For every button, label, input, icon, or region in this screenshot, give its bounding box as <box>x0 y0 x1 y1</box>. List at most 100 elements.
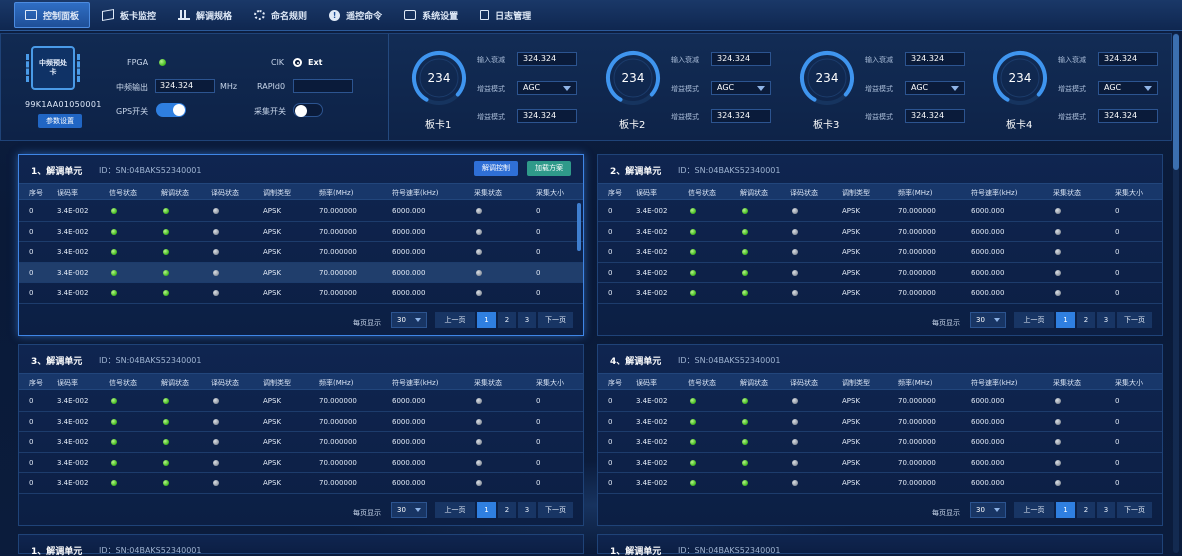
chevron-down-icon <box>415 508 421 512</box>
gain-mode-select[interactable]: AGC <box>1098 81 1158 95</box>
status-led <box>213 398 219 404</box>
page-button[interactable]: 2 <box>1077 502 1095 518</box>
table-row[interactable]: 0 3.4E-002 APSK 70.000000 6000.000 0 <box>19 262 583 283</box>
gain-value-field[interactable]: 324.324 <box>517 109 577 123</box>
per-page-select[interactable]: 30 <box>391 312 427 328</box>
clk-radio[interactable] <box>293 58 302 67</box>
table-row[interactable]: 0 3.4E-002 APSK 70.000000 6000.000 0 <box>598 283 1162 304</box>
table-row[interactable]: 0 3.4E-002 APSK 70.000000 6000.000 0 <box>598 412 1162 432</box>
table-row[interactable]: 0 3.4E-002 APSK 70.000000 6000.000 0 <box>19 473 583 494</box>
page-button[interactable]: 1 <box>477 502 496 518</box>
nav-item-naming-rule[interactable]: 命名规则 <box>244 2 317 28</box>
status-led <box>792 269 798 276</box>
panel-sn-id: ID：SN:04BAKS52340001 <box>678 546 781 555</box>
param-settings-button[interactable]: 参数设置 <box>38 114 82 128</box>
collect-status-led <box>476 398 482 404</box>
page-button[interactable]: 3 <box>1097 502 1115 518</box>
page-button[interactable]: 2 <box>498 312 516 328</box>
nav-item-log-management[interactable]: 日志管理 <box>470 2 541 28</box>
prev-page-button[interactable]: 上一页 <box>435 502 475 518</box>
demod-unit-panel[interactable]: 1、解调单元 ID：SN:04BAKS52340001 <box>18 534 584 556</box>
page-button[interactable]: 3 <box>1097 312 1115 328</box>
nav-item-system-settings[interactable]: 系统设置 <box>394 2 468 28</box>
rapid-input[interactable] <box>293 79 353 93</box>
input-atten-field[interactable]: 324.324 <box>711 52 771 66</box>
table-row[interactable]: 0 3.4E-002 APSK 70.000000 6000.000 0 <box>598 242 1162 263</box>
nav-item-remote-command[interactable]: ! 遥控命令 <box>319 2 392 28</box>
gain-mode-select[interactable]: AGC <box>905 81 965 95</box>
prev-page-button[interactable]: 上一页 <box>435 312 475 328</box>
column-header: 频率(MHz) <box>898 189 933 197</box>
collect-status-led <box>476 290 482 296</box>
page-button[interactable]: 2 <box>1077 312 1095 328</box>
demod-unit-panel[interactable]: 2、解调单元 ID：SN:04BAKS52340001 序号 误码率 信号状态 解调状态 译… <box>597 154 1163 336</box>
collect-toggle[interactable] <box>293 103 323 117</box>
next-page-button[interactable]: 下一页 <box>538 312 573 328</box>
status-led <box>792 228 798 235</box>
collect-status-led <box>476 228 482 235</box>
if-output-input[interactable]: 324.324 <box>155 79 215 93</box>
cell-collect-size: 0 <box>1115 458 1120 467</box>
table-row[interactable]: 0 3.4E-002 APSK 70.000000 6000.000 0 <box>19 453 583 473</box>
cell-symbol-rate: 6000.000 <box>971 438 1005 446</box>
table-scrollbar[interactable] <box>577 203 581 251</box>
table-row[interactable]: 0 3.4E-002 APSK 70.000000 6000.000 0 <box>598 201 1162 222</box>
per-page-select[interactable]: 30 <box>391 502 427 518</box>
toggle-knob <box>295 105 307 117</box>
status-led <box>213 459 219 466</box>
column-header: 采集大小 <box>536 189 564 197</box>
table-row[interactable]: 0 3.4E-002 APSK 70.000000 6000.000 0 <box>19 391 583 412</box>
table-row[interactable]: 0 3.4E-002 APSK 70.000000 6000.000 0 <box>598 432 1162 453</box>
demod-unit-panel[interactable]: 3、解调单元 ID：SN:04BAKS52340001 序号 误码率 信号状态 解调状态 译… <box>18 344 584 526</box>
cell-symbol-rate: 6000.000 <box>971 289 1005 297</box>
prev-page-button[interactable]: 上一页 <box>1014 312 1054 328</box>
status-led <box>690 208 696 214</box>
table-row[interactable]: 0 3.4E-002 APSK 70.000000 6000.000 0 <box>598 473 1162 494</box>
input-atten-field[interactable]: 324.324 <box>517 52 577 66</box>
gain-mode-select[interactable]: AGC <box>517 81 577 95</box>
next-page-button[interactable]: 下一页 <box>1117 312 1152 328</box>
page-button[interactable]: 3 <box>518 312 536 328</box>
table-row[interactable]: 0 3.4E-002 APSK 70.000000 6000.000 0 <box>598 222 1162 242</box>
next-page-button[interactable]: 下一页 <box>538 502 573 518</box>
page-button[interactable]: 2 <box>498 502 516 518</box>
cell-ber: 3.4E-002 <box>636 248 668 256</box>
table-row[interactable]: 0 3.4E-002 APSK 70.000000 6000.000 0 <box>19 432 583 453</box>
input-atten-field[interactable]: 324.324 <box>1098 52 1158 66</box>
page-button[interactable]: 1 <box>1056 502 1075 518</box>
page-scrollbar-thumb[interactable] <box>1173 34 1179 170</box>
per-page-select[interactable]: 30 <box>970 312 1006 328</box>
gain-value-field[interactable]: 324.324 <box>1098 109 1158 123</box>
table-row[interactable]: 0 3.4E-002 APSK 70.000000 6000.000 0 <box>19 201 583 222</box>
gain-mode-select[interactable]: AGC <box>711 81 771 95</box>
demod-control-button[interactable]: 解调控制 <box>474 161 518 176</box>
nav-item-control-panel[interactable]: 控制面板 <box>14 2 91 28</box>
table-row[interactable]: 0 3.4E-002 APSK 70.000000 6000.000 0 <box>598 453 1162 473</box>
gain-value-field[interactable]: 324.324 <box>711 109 771 123</box>
table-row[interactable]: 0 3.4E-002 APSK 70.000000 6000.000 0 <box>19 222 583 242</box>
demod-unit-panel[interactable]: 1、解调单元 ID：SN:04BAKS52340001 解调控制 加载方案 序号 误码率 信… <box>18 154 584 336</box>
table-row[interactable]: 0 3.4E-002 APSK 70.000000 6000.000 0 <box>19 283 583 304</box>
page-button[interactable]: 3 <box>518 502 536 518</box>
demod-unit-panel[interactable]: 4、解调单元 ID：SN:04BAKS52340001 序号 误码率 信号状态 解调状态 译… <box>597 344 1163 526</box>
input-atten-field[interactable]: 324.324 <box>905 52 965 66</box>
table-row[interactable]: 0 3.4E-002 APSK 70.000000 6000.000 0 <box>598 391 1162 412</box>
demod-unit-panel[interactable]: 1、解调单元 ID：SN:04BAKS52340001 <box>597 534 1163 556</box>
page-button[interactable]: 1 <box>477 312 496 328</box>
cell-symbol-rate: 6000.000 <box>392 458 426 467</box>
prev-page-button[interactable]: 上一页 <box>1014 502 1054 518</box>
next-page-button[interactable]: 下一页 <box>1117 502 1152 518</box>
nav-item-card-monitor[interactable]: 板卡监控 <box>92 2 166 28</box>
per-page-select[interactable]: 30 <box>970 502 1006 518</box>
gain-value-field[interactable]: 324.324 <box>905 109 965 123</box>
column-header: 信号状态 <box>109 189 137 197</box>
cell-collect-size: 0 <box>536 268 541 277</box>
load-scheme-button[interactable]: 加载方案 <box>527 161 571 176</box>
gps-toggle[interactable] <box>156 103 186 117</box>
collect-status-led <box>1055 228 1061 235</box>
table-row[interactable]: 0 3.4E-002 APSK 70.000000 6000.000 0 <box>19 412 583 432</box>
table-row[interactable]: 0 3.4E-002 APSK 70.000000 6000.000 0 <box>19 242 583 263</box>
page-button[interactable]: 1 <box>1056 312 1075 328</box>
nav-item-demod-spec[interactable]: 解调规格 <box>168 2 242 28</box>
table-row[interactable]: 0 3.4E-002 APSK 70.000000 6000.000 0 <box>598 263 1162 283</box>
